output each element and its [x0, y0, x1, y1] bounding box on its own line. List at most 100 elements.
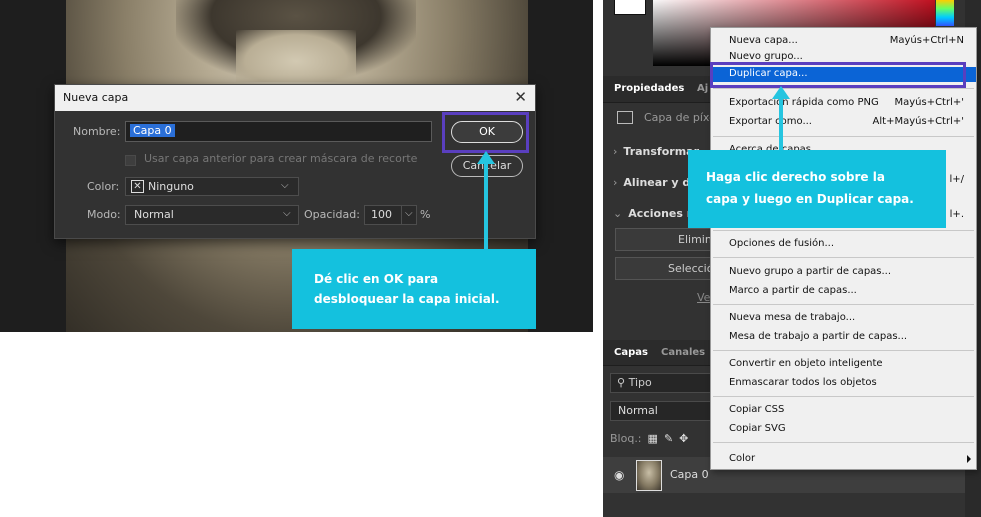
chevron-down-icon: ⌄: [613, 207, 623, 220]
menu-item-new-layer[interactable]: Nueva capa... Mayús+Ctrl+N: [711, 34, 976, 48]
menu-item-label: Copiar SVG: [729, 423, 786, 434]
opacity-input[interactable]: 100: [364, 205, 402, 225]
chevron-down-icon: ⌵: [283, 208, 291, 219]
chevron-right-icon: ›: [613, 176, 618, 189]
callout-duplicate-line-2: capa y luego en Duplicar capa.: [706, 192, 914, 206]
arrow-stem: [779, 98, 783, 152]
delete-background-label: Elimin: [678, 233, 712, 246]
tab-channels[interactable]: Canales: [661, 347, 705, 358]
menu-item-color[interactable]: Color: [711, 452, 976, 466]
layer-blend-select[interactable]: Normal: [610, 401, 712, 421]
menu-item-group-from-layers[interactable]: Nuevo grupo a partir de capas...: [711, 265, 976, 279]
callout-ok-text: Dé clic en OK para desbloquear la capa i…: [314, 269, 500, 309]
menu-separator: [713, 396, 974, 397]
menu-item-new-artboard[interactable]: Nueva mesa de trabajo...: [711, 311, 976, 325]
lock-move-icon[interactable]: ✥: [679, 432, 688, 445]
search-icon: ⚲: [617, 376, 629, 389]
layer-type-text: Capa de píxe: [644, 111, 716, 124]
filter-text: Tipo: [628, 376, 652, 389]
layer-blend-value: Normal: [618, 404, 658, 417]
lock-paint-icon[interactable]: ✎: [664, 432, 673, 445]
hue-slider[interactable]: [936, 0, 954, 26]
lock-row: Bloq.: ▦ ✎ ✥: [610, 432, 688, 445]
menu-separator: [713, 230, 974, 231]
mode-label: Modo:: [87, 208, 121, 221]
layer-thumbnail: [636, 460, 662, 491]
photo-face: [236, 30, 356, 82]
menu-item-frame-from-layers[interactable]: Marco a partir de capas...: [711, 284, 976, 298]
tab-adjustments[interactable]: Aj: [697, 83, 708, 94]
menu-item-label: Exportación rápida como PNG: [729, 97, 879, 108]
menu-separator: [713, 257, 974, 258]
blend-mode-select[interactable]: Normal ⌵: [125, 205, 299, 225]
layer-filter-select[interactable]: ⚲ Tipo: [610, 373, 712, 393]
view-more-link[interactable]: Ve: [697, 291, 710, 304]
arrow-stem: [484, 162, 488, 250]
new-layer-dialog: Nueva capa ✕ Nombre: Capa 0 Usar capa an…: [54, 84, 536, 239]
menu-item-mask-all-objects[interactable]: Enmascarar todos los objetos: [711, 376, 976, 390]
opacity-label: Opacidad:: [304, 208, 360, 221]
menu-item-label: Mesa de trabajo a partir de capas...: [729, 331, 908, 342]
menu-item-convert-smart-object[interactable]: Convertir en objeto inteligente: [711, 357, 976, 371]
section-actions[interactable]: ⌄ Acciones r: [613, 207, 692, 220]
menu-item-copy-svg[interactable]: Copiar SVG: [711, 422, 976, 436]
tab-layers[interactable]: Capas: [614, 347, 648, 358]
mode-value: Normal: [134, 208, 174, 221]
menu-item-label: Opciones de fusión...: [729, 238, 835, 249]
menu-item-label: Marco a partir de capas...: [729, 285, 857, 296]
menu-item-label: Nueva mesa de trabajo...: [729, 312, 856, 323]
layer-context-menu: Nueva capa... Mayús+Ctrl+N Nuevo grupo...…: [710, 27, 977, 470]
color-value: Ninguno: [148, 180, 194, 193]
menu-separator: [713, 136, 974, 137]
chevron-down-icon: ⌵: [405, 208, 413, 219]
clip-mask-label: Usar capa anterior para crear máscara de…: [144, 152, 418, 165]
section-align-label: Alinear y d: [623, 176, 691, 189]
menu-item-label: Color: [729, 453, 756, 464]
menu-item-label: Nuevo grupo a partir de capas...: [729, 266, 892, 277]
menu-separator: [713, 442, 974, 443]
opacity-dropdown[interactable]: ⌵: [401, 205, 417, 225]
menu-item-shortcut: Mayús+Ctrl+': [894, 97, 964, 108]
clip-mask-checkbox[interactable]: [125, 155, 136, 166]
menu-item-shortcut: l+.: [949, 209, 964, 220]
layer-filter-value: ⚲ Tipo: [617, 376, 652, 389]
menu-item-label: Convertir en objeto inteligente: [729, 358, 883, 369]
name-label: Nombre:: [73, 125, 121, 138]
foreground-color-swatch[interactable]: [614, 0, 646, 15]
callout-ok-line-2: desbloquear la capa inicial.: [314, 292, 500, 306]
menu-item-label: Nuevo grupo...: [729, 51, 803, 62]
menu-item-export-as[interactable]: Exportar como... Alt+Mayús+Ctrl+': [711, 115, 976, 129]
dialog-title: Nueva capa: [63, 91, 129, 104]
chevron-right-icon: ›: [613, 145, 618, 158]
section-align[interactable]: › Alinear y d: [613, 176, 690, 189]
color-select[interactable]: ✕ Ninguno ⌵: [125, 177, 299, 196]
menu-item-quick-export-png[interactable]: Exportación rápida como PNG Mayús+Ctrl+': [711, 96, 976, 110]
eye-icon[interactable]: ◉: [614, 468, 624, 482]
callout-ok-line-1: Dé clic en OK para: [314, 272, 439, 286]
duplicate-highlight-box: [710, 62, 966, 88]
submenu-arrow-icon: [967, 455, 971, 463]
menu-item-blending-options[interactable]: Opciones de fusión...: [711, 237, 976, 251]
menu-separator: [713, 350, 974, 351]
color-label: Color:: [87, 180, 120, 193]
menu-item-shortcut: l+/: [949, 174, 964, 185]
section-actions-label: Acciones r: [628, 207, 693, 220]
dialog-titlebar: Nueva capa ✕: [55, 85, 535, 111]
menu-item-label: Exportar como...: [729, 116, 812, 127]
tab-properties[interactable]: Propiedades: [614, 83, 684, 94]
no-color-icon: ✕: [131, 180, 144, 193]
chevron-down-icon: ⌵: [281, 180, 289, 191]
opacity-value: 100: [371, 208, 392, 221]
close-icon[interactable]: ✕: [514, 88, 527, 106]
callout-duplicate: Haga clic derecho sobre la capa y luego …: [688, 150, 946, 228]
callout-duplicate-text: Haga clic derecho sobre la capa y luego …: [706, 166, 914, 210]
menu-item-artboard-from-layers[interactable]: Mesa de trabajo a partir de capas...: [711, 330, 976, 344]
ok-highlight-box: [442, 112, 529, 153]
callout-ok: Dé clic en OK para desbloquear la capa i…: [292, 249, 536, 329]
section-transform[interactable]: › Transformar: [613, 145, 699, 158]
layer-name-input[interactable]: Capa 0: [125, 121, 432, 142]
menu-item-label: Copiar CSS: [729, 404, 785, 415]
lock-pixels-icon[interactable]: ▦: [648, 432, 658, 445]
menu-item-shortcut: Alt+Mayús+Ctrl+': [872, 116, 964, 127]
menu-item-copy-css[interactable]: Copiar CSS: [711, 403, 976, 417]
